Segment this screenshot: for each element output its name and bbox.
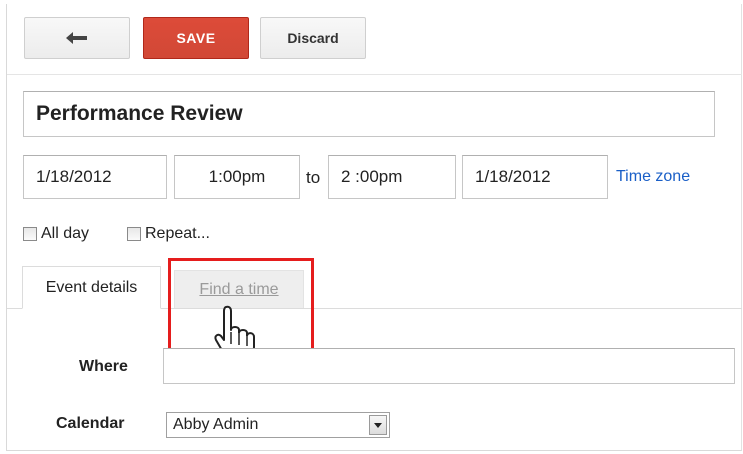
back-arrow-icon [66,32,87,44]
save-button[interactable]: SAVE [143,17,249,59]
discard-button[interactable]: Discard [260,17,366,59]
end-date-input[interactable]: 1/18/2012 [462,155,608,199]
where-label: Where [79,358,128,375]
repeat-label: Repeat... [145,225,210,242]
where-input[interactable] [163,348,735,384]
all-day-option[interactable]: All day [23,225,89,243]
repeat-option[interactable]: Repeat... [127,225,210,243]
back-button[interactable] [24,17,130,59]
calendar-select-value: Abby Admin [173,416,259,433]
calendar-select[interactable]: Abby Admin [166,412,390,438]
dropdown-arrow-icon[interactable] [369,415,387,435]
time-zone-link[interactable]: Time zone [616,168,690,186]
calendar-label: Calendar [56,415,125,432]
all-day-checkbox[interactable] [23,227,37,241]
start-date-input[interactable]: 1/18/2012 [23,155,167,199]
toolbar-divider [7,74,742,75]
start-time-input[interactable]: 1:00pm [174,155,300,199]
to-label: to [306,168,321,187]
event-title-input[interactable]: Performance Review [23,91,715,137]
end-time-input[interactable]: 2 :00pm [328,155,456,199]
all-day-label: All day [41,225,90,242]
repeat-checkbox[interactable] [127,227,141,241]
tab-event-details[interactable]: Event details [22,266,161,309]
